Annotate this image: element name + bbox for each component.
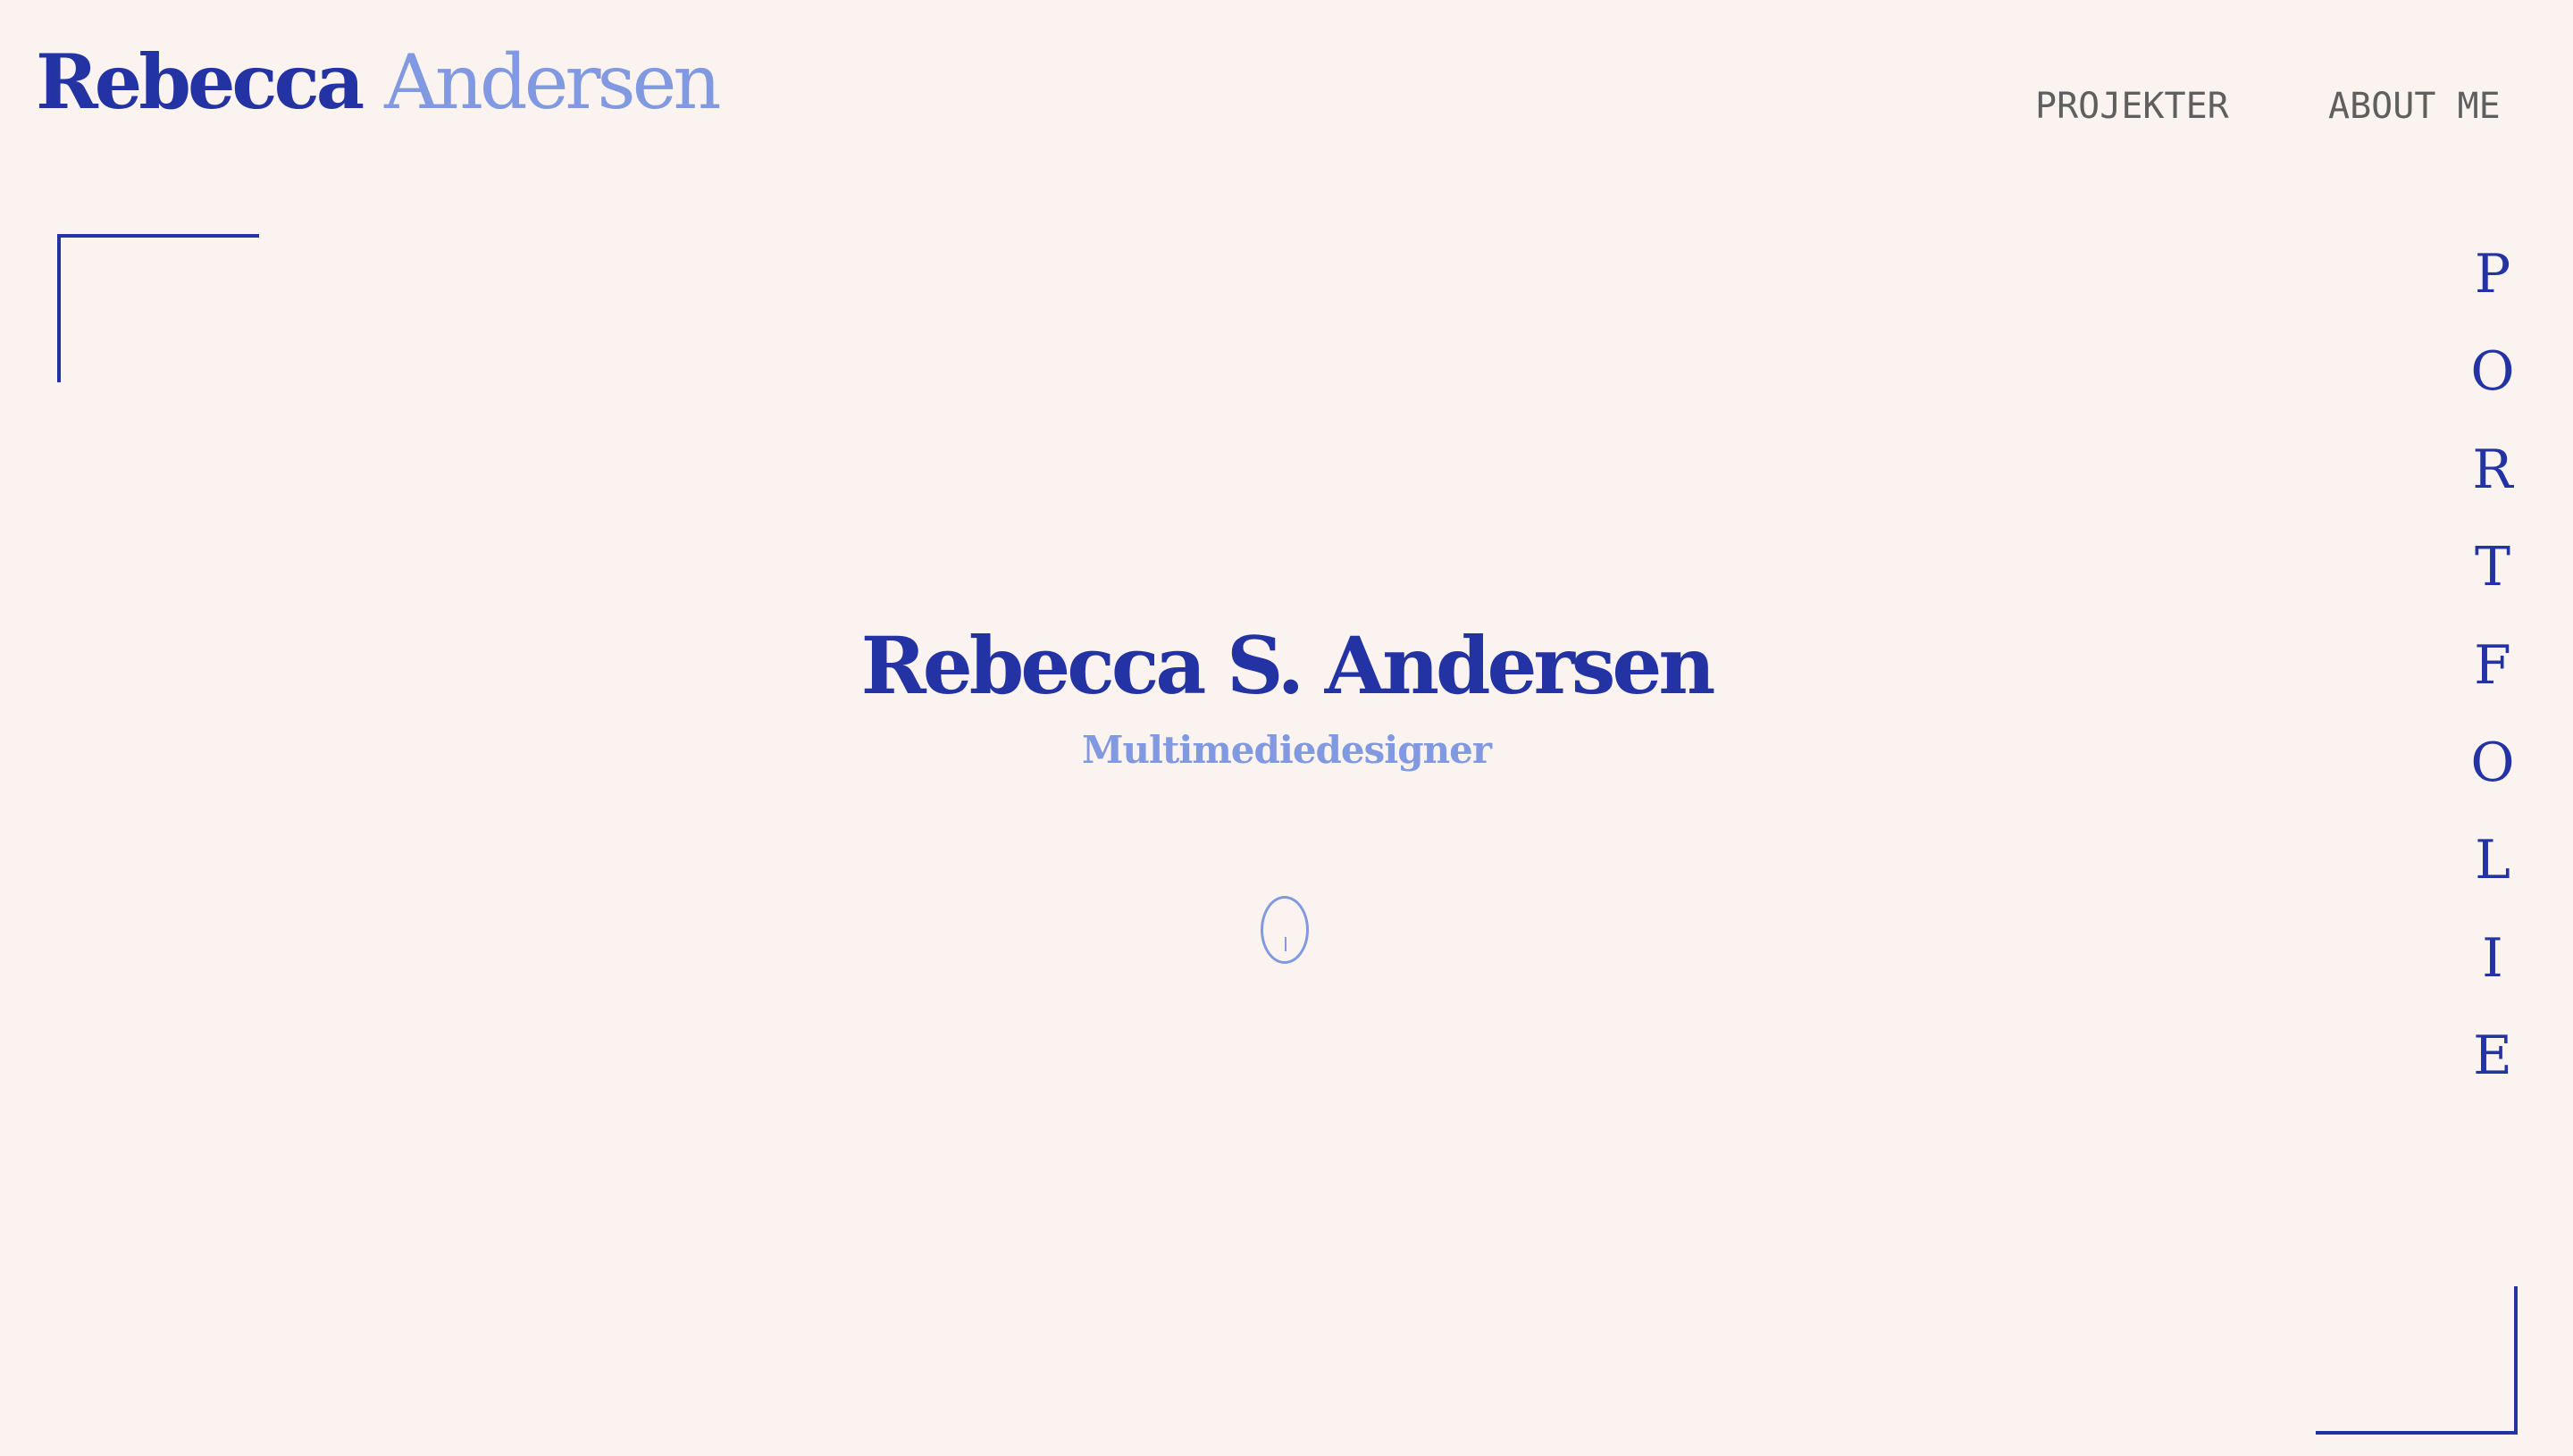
nav-link-about-me[interactable]: ABOUT ME [2328,86,2501,127]
vertical-letter: E [2473,1025,2512,1088]
vertical-letter: R [2472,438,2513,501]
scroll-wheel-line [1285,937,1286,951]
nav-link-projekter[interactable]: PROJEKTER [2035,86,2229,127]
vertical-letter: L [2475,829,2510,892]
hero-subtitle: Multimediedesigner [1082,728,1492,772]
main-nav: PROJEKTER ABOUT ME [0,86,2573,130]
vertical-letter: O [2470,340,2515,404]
corner-frame-top-left [57,234,259,382]
vertical-letter: I [2482,926,2503,990]
hero-title: Rebecca S. Andersen [860,619,1716,712]
hero-section: Rebecca S. Andersen Multimediedesigner [0,616,2573,775]
vertical-letter: P [2474,243,2511,305]
corner-frame-bottom-right [2316,1286,2518,1435]
mouse-scroll-icon[interactable] [1261,896,1309,964]
